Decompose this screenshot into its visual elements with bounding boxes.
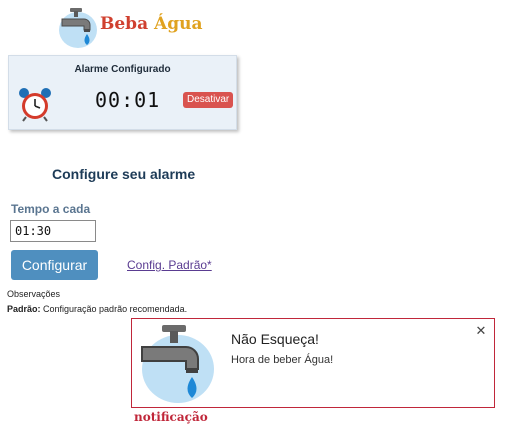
- notification-caption: notificação: [134, 410, 208, 424]
- configure-button[interactable]: Configurar: [11, 250, 98, 280]
- alarm-status-panel: Alarme Configurado 00:01 Desativar: [8, 55, 237, 130]
- notes-body: Configuração padrão recomendada.: [40, 304, 188, 314]
- alarm-clock-icon: [19, 88, 51, 122]
- config-heading: Configure seu alarme: [52, 166, 196, 182]
- alarm-panel-title: Alarme Configurado: [74, 64, 171, 75]
- notes-text: Padrão: Configuração padrão recomendada.: [7, 304, 187, 314]
- notification-body: Hora de beber Água!: [231, 354, 334, 366]
- notes-label: Observações: [7, 289, 61, 299]
- brand-name: Beba Água: [100, 14, 202, 34]
- close-icon[interactable]: ✕: [474, 325, 488, 339]
- notes-prefix: Padrão:: [7, 304, 41, 314]
- brand-name-part1: Beba: [100, 14, 149, 34]
- interval-input[interactable]: [10, 220, 96, 242]
- deactivate-button[interactable]: Desativar: [183, 92, 234, 108]
- brand-name-part2: Água: [154, 14, 203, 34]
- interval-label: Tempo a cada: [11, 202, 91, 216]
- default-config-link[interactable]: Config. Padrão*: [127, 258, 212, 272]
- notification-title: Não Esqueça!: [231, 331, 319, 347]
- app-logo: Beba Água: [56, 4, 202, 50]
- alarm-countdown: 00:01: [95, 88, 161, 112]
- faucet-icon: [141, 325, 214, 403]
- faucet-icon: [59, 8, 97, 48]
- notification-popup[interactable]: Não Esqueça! Hora de beber Água! ✕: [131, 318, 495, 408]
